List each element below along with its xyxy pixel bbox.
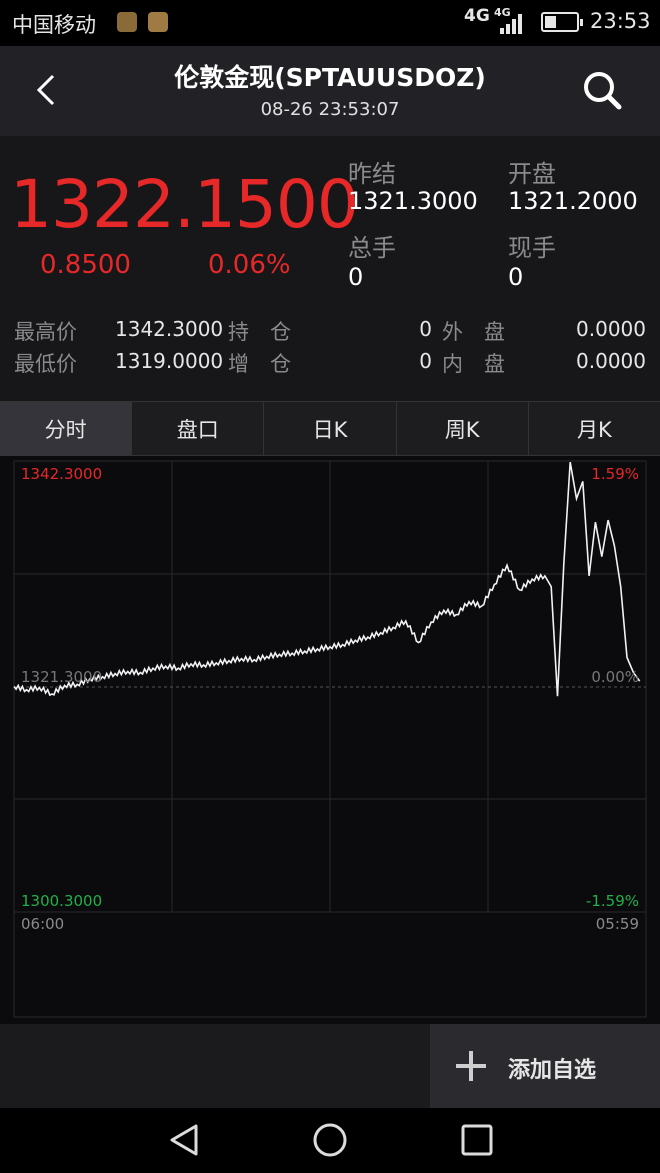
- current-volume-value: 0: [508, 263, 524, 291]
- bottom-action-bar: 添加自选: [0, 1024, 660, 1108]
- system-nav-bar: [0, 1108, 660, 1173]
- prev-settle-label: 昨结: [348, 160, 396, 188]
- triangle-back-icon[interactable]: [164, 1120, 204, 1160]
- price-change: 0.8500: [40, 250, 131, 280]
- signal-bar-icon: [506, 24, 510, 34]
- chart-grid: [14, 461, 646, 913]
- x-axis-end-label: 05:59: [595, 915, 639, 933]
- circle-home-icon[interactable]: [310, 1120, 350, 1160]
- square-recent-icon[interactable]: [457, 1120, 497, 1160]
- price-series-line: [13, 461, 641, 697]
- hold-label: 持 仓: [228, 320, 291, 344]
- signal-bar-icon: [500, 28, 504, 34]
- inner-label: 内 盘: [442, 352, 505, 376]
- high-label: 最高价: [14, 320, 77, 344]
- plus-icon: [456, 1051, 486, 1081]
- pct-axis-mid-label: 0.00%: [591, 668, 639, 686]
- intraday-chart-svg: [13, 460, 647, 1018]
- quote-panel: 1322.1500 0.8500 0.06% 昨结 1321.3000 开盘 1…: [0, 136, 660, 401]
- open-value: 1321.2000: [508, 187, 638, 215]
- app-notification-icon: [117, 12, 137, 32]
- network-type-label-2: 4G: [494, 6, 511, 19]
- y-axis-mid-label: 1321.3000: [21, 668, 103, 686]
- hold-value: 0: [419, 317, 432, 341]
- price-change-percent: 0.06%: [208, 250, 291, 280]
- low-value: 1319.0000: [115, 349, 224, 373]
- status-bar: 中国移动 4G 4G 23:53: [0, 0, 660, 46]
- pct-axis-min-label: -1.59%: [585, 892, 639, 910]
- y-axis-max-label: 1342.3000: [21, 465, 103, 483]
- tab-weekly-k[interactable]: 周K: [397, 402, 529, 455]
- signal-bar-icon: [518, 14, 522, 34]
- prev-settle-value: 1321.3000: [348, 187, 478, 215]
- current-volume-label: 现手: [508, 234, 556, 262]
- huawei-notification-icon: [148, 12, 168, 32]
- add-to-watchlist-button[interactable]: 添加自选: [430, 1024, 660, 1108]
- tab-monthly-k[interactable]: 月K: [529, 402, 660, 455]
- tab-daily-k[interactable]: 日K: [264, 402, 397, 455]
- high-value: 1342.3000: [115, 317, 224, 341]
- outer-label: 外 盘: [442, 320, 505, 344]
- status-time: 23:53: [590, 9, 651, 33]
- add-position-value: 0: [419, 349, 432, 373]
- battery-icon: [541, 12, 583, 32]
- signal-bar-icon: [512, 19, 516, 34]
- open-label: 开盘: [508, 160, 556, 188]
- add-to-watchlist-label: 添加自选: [508, 1058, 597, 1083]
- tab-order-book[interactable]: 盘口: [132, 402, 265, 455]
- total-volume-label: 总手: [348, 234, 396, 262]
- network-type-label: 4G: [464, 6, 490, 26]
- x-axis-start-label: 06:00: [21, 915, 65, 933]
- tab-intraday[interactable]: 分时: [0, 402, 133, 455]
- quote-timestamp: 08-26 23:53:07: [260, 99, 400, 120]
- search-icon[interactable]: [578, 66, 628, 116]
- carrier-name: 中国移动: [12, 13, 96, 37]
- pct-axis-max-label: 1.59%: [591, 465, 639, 483]
- total-volume-value: 0: [348, 263, 364, 291]
- intraday-chart[interactable]: 1342.3000 1321.3000 1300.3000 1.59% 0.00…: [0, 456, 660, 1024]
- app-header: 伦敦金现(SPTAUUSDOZ) 08-26 23:53:07: [0, 46, 660, 136]
- page-title: 伦敦金现(SPTAUUSDOZ): [174, 63, 486, 92]
- outer-value: 0.0000: [576, 317, 646, 341]
- add-position-label: 增 仓: [228, 352, 291, 376]
- chevron-left-icon[interactable]: [22, 66, 72, 116]
- last-price: 1322.1500: [10, 166, 359, 243]
- y-axis-min-label: 1300.3000: [21, 892, 103, 910]
- low-label: 最低价: [14, 352, 77, 376]
- inner-value: 0.0000: [576, 349, 646, 373]
- chart-tabs: 分时 盘口 日K 周K 月K: [0, 401, 660, 456]
